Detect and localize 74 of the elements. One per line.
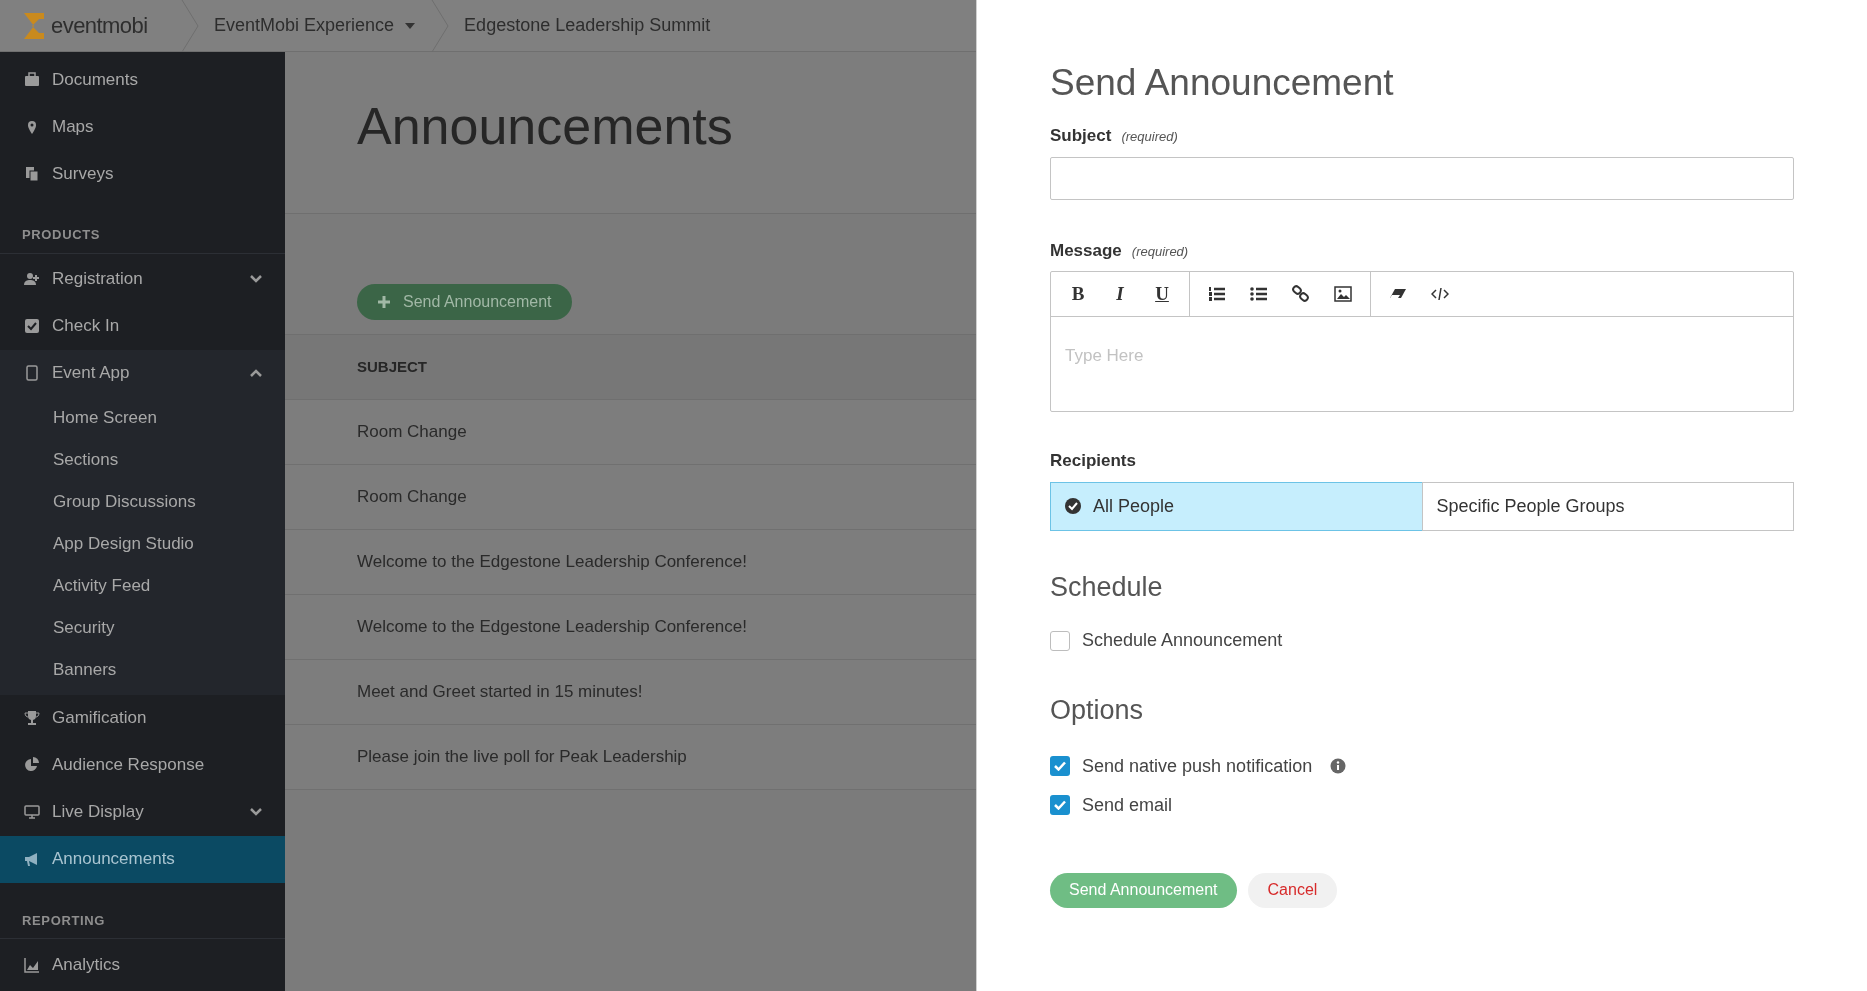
- rich-text-editor[interactable]: B I U Type Here: [1050, 271, 1794, 412]
- column-header: SUBJECT: [357, 356, 427, 377]
- table-cell-text: Room Change: [357, 421, 467, 444]
- page-title: Announcements: [357, 100, 734, 152]
- link-icon: [1292, 285, 1310, 303]
- check-icon: [1054, 800, 1066, 810]
- field-label: Recipients: [1050, 450, 1136, 472]
- field-label: Message: [1050, 239, 1122, 262]
- code-icon: [1431, 285, 1449, 303]
- sidebar-item[interactable]: Check In: [0, 302, 285, 350]
- image-icon: [1334, 285, 1352, 303]
- sidebar-item[interactable]: Live Display: [0, 788, 285, 836]
- recipient-option[interactable]: Specific People Groups: [1421, 481, 1794, 531]
- tablet-icon: [24, 365, 40, 381]
- section-heading: PRODUCTS: [0, 225, 285, 254]
- check-circle-icon: [1065, 498, 1081, 514]
- briefcase-icon: [24, 71, 40, 88]
- breadcrumb[interactable]: Edgestone Leadership Summit: [450, 0, 725, 51]
- sidebar-item[interactable]: Documents: [0, 56, 285, 103]
- sidebar-item[interactable]: Registration: [0, 255, 285, 303]
- table-cell-text: Please join the live poll for Peak Leadership: [357, 746, 687, 769]
- checkbox[interactable]: [1050, 630, 1070, 651]
- sidebar-item[interactable]: Analytics: [0, 941, 285, 988]
- sidebar-item[interactable]: Surveys: [0, 150, 285, 197]
- logo-text: eventmobi: [51, 12, 148, 40]
- table-cell-text: Room Change: [357, 486, 467, 509]
- megaphone-icon: [24, 851, 40, 867]
- subject-field[interactable]: [1050, 156, 1794, 200]
- section-heading: REPORTING: [0, 910, 285, 939]
- table-cell-text: Welcome to the Edgestone Leadership Conference!: [357, 551, 747, 574]
- check-square-icon: [24, 318, 40, 334]
- format-button[interactable]: I: [1099, 276, 1141, 312]
- check-icon: [1054, 761, 1066, 771]
- sidebar-subitem[interactable]: Sections: [0, 438, 285, 481]
- user-plus-icon: [24, 271, 40, 287]
- breadcrumb[interactable]: EventMobi Experience: [200, 0, 431, 51]
- checkbox[interactable]: [1050, 756, 1070, 776]
- chart-icon: [24, 956, 40, 973]
- sidebar-subitem[interactable]: Home Screen: [0, 396, 285, 439]
- sidebar-subitem[interactable]: Security: [0, 606, 285, 649]
- plus-icon: [377, 295, 391, 309]
- section-heading: Options: [1050, 694, 1145, 727]
- sidebar-item[interactable]: Gamification: [0, 694, 285, 742]
- sidebar-subitem[interactable]: App Design Studio: [0, 522, 285, 565]
- checkbox-label: Send native push notification: [1082, 754, 1313, 778]
- format-button[interactable]: U: [1141, 276, 1183, 312]
- documents-icon: [24, 165, 40, 182]
- format-button[interactable]: B: [1057, 276, 1099, 312]
- field-label: Subject: [1050, 125, 1112, 147]
- checkbox[interactable]: [1050, 795, 1070, 815]
- required-note: (required): [1131, 242, 1189, 261]
- monitor-icon: [24, 804, 40, 820]
- sidebar-subitem[interactable]: Activity Feed: [0, 564, 285, 607]
- message-field[interactable]: Type Here: [1051, 317, 1793, 411]
- recipient-option[interactable]: All People: [1050, 481, 1423, 531]
- logo-icon: [22, 10, 46, 41]
- table-cell-text: Welcome to the Edgestone Leadership Conference!: [357, 616, 747, 639]
- section-heading: Schedule: [1050, 570, 1164, 604]
- required-note: (required): [1121, 128, 1178, 146]
- trophy-icon: [24, 710, 40, 726]
- sidebar-subitem[interactable]: Banners: [0, 648, 285, 691]
- sidebar-item[interactable]: Announcements: [0, 835, 285, 883]
- sidebar-item[interactable]: Event App: [0, 349, 285, 397]
- cancel-button[interactable]: Cancel: [1247, 872, 1338, 908]
- pie-chart-icon: [24, 757, 40, 773]
- table-cell-text: Meet and Greet started in 15 minutes!: [357, 681, 643, 704]
- sidebar-item[interactable]: Maps: [0, 103, 285, 150]
- sidebar-subitem[interactable]: Group Discussions: [0, 480, 285, 523]
- checkbox-label: Schedule Announcement: [1082, 629, 1283, 652]
- sidebar-item[interactable]: Audience Response: [0, 741, 285, 789]
- panel-title: Send Announcement: [1050, 64, 1395, 101]
- bulleted-list-icon: [1250, 285, 1268, 303]
- checkbox-label: Send email: [1082, 793, 1173, 817]
- numbered-list-icon: [1208, 285, 1226, 303]
